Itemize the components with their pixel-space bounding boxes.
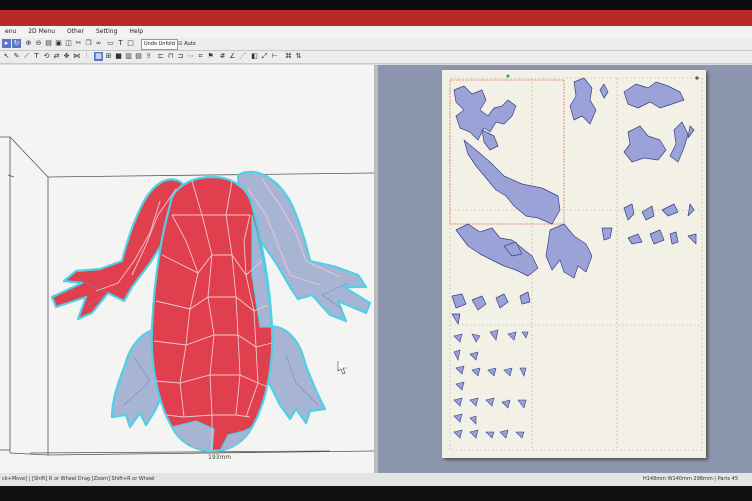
2d-view-panel[interactable] [378,65,752,473]
link-icon[interactable]: ∞ [94,39,103,48]
layers-icon[interactable]: ▥ [124,52,133,61]
status-hint-text: ck+Move] | [Shift] R or Wheel Drag [Zoom… [2,476,155,482]
distribute-icon[interactable]: ⋯ [186,52,195,61]
scale-icon[interactable]: ⤢ [260,52,269,61]
cut-icon[interactable]: ✂ [74,39,83,48]
grid-icon[interactable]: ⊞ [104,52,113,61]
print-icon[interactable]: ▤ [44,39,53,48]
menu-item-2d[interactable]: 2D Menu [23,26,60,38]
menu-item-other[interactable]: Other [62,26,89,38]
dimension-label: 193mm [208,454,232,461]
arrange-icon[interactable]: ⌘ [284,52,293,61]
undo-unfold-button[interactable]: Undo Unfold [141,39,178,50]
menu-item-setting[interactable]: Setting [91,26,122,38]
screen: enu 2D Menu Other Setting Help ▸ ↻ ⊕ ⊖ ▤… [0,10,752,486]
mouse-cursor-icon [337,361,347,375]
flip-icon[interactable]: ⇄ [52,52,61,61]
pointer-icon[interactable]: ↖ [2,52,11,61]
status-bar: ck+Move] | [Shift] R or Wheel Drag [Zoom… [0,473,752,486]
unfold-icon[interactable]: ▦ [94,52,103,61]
paper-sheet [442,70,706,458]
select-tool-icon[interactable]: ▸ [2,39,11,48]
move-part-icon[interactable]: ✥ [62,52,71,61]
page-icon[interactable]: ▤ [134,52,143,61]
line-tool-icon[interactable]: ⟋ [22,52,31,61]
text-tool-icon[interactable]: T [116,39,125,48]
align-center-icon[interactable]: ⊓ [166,52,175,61]
menu-item-help[interactable]: Help [124,26,148,38]
frog-3d-model [50,170,372,453]
split-icon[interactable]: ⫶ [82,52,91,61]
unfolded-parts-layout [449,74,703,451]
save-icon[interactable]: ▣ [54,39,63,48]
pen-icon[interactable]: ✎ [12,52,21,61]
zoom-out-icon[interactable]: ⊖ [34,39,43,48]
open-icon[interactable]: ◫ [64,39,73,48]
3d-view-panel[interactable]: 193mm [0,65,374,473]
fold-line-icon[interactable]: ⋰ [238,52,247,61]
monitor-bezel [0,486,752,501]
number-icon[interactable]: # [218,52,227,61]
crop-icon[interactable]: ⌗ [196,52,205,61]
window-title-bar [0,10,752,26]
lock-icon[interactable]: ▭ [106,39,115,48]
measure-icon[interactable]: ⊢ [270,52,279,61]
flag-icon[interactable]: ⚑ [206,52,215,61]
zoom-in-icon[interactable]: ⊕ [24,39,33,48]
mirror-icon[interactable]: ◧ [250,52,259,61]
join-icon[interactable]: ⋈ [72,52,81,61]
auto-checkbox[interactable]: ☑ Auto [178,39,196,49]
text-icon[interactable]: T [32,52,41,61]
rotate-part-icon[interactable]: ⟲ [42,52,51,61]
export-icon[interactable]: ⇪ [144,52,153,61]
align-left-icon[interactable]: ⊏ [156,52,165,61]
main-toolbar: ▸ ↻ ⊕ ⊖ ▤ ▣ ◫ ✂ ❐ ∞ ▭ T □ Undo Unfold ☑ … [0,38,752,51]
menu-bar: enu 2D Menu Other Setting Help [0,26,752,38]
frame-icon[interactable]: □ [126,39,135,48]
edit-toolbar: ↖ ✎ ⟋ T ⟲ ⇄ ✥ ⋈ ⫶ ▦ ⊞ ■ ▥ ▤ ⇪ ⊏ ⊓ ⊐ ⋯ ⌗ … [0,51,752,64]
edge-icon[interactable]: ∠ [228,52,237,61]
align-right-icon[interactable]: ⊐ [176,52,185,61]
status-dimensions-text: H148mm W140mm 298mm | Parts 45 [642,476,738,482]
menu-item-file[interactable]: enu [0,26,21,38]
checkbox-icon: ☑ [178,41,183,47]
copy-icon[interactable]: ❐ [84,39,93,48]
fill-icon[interactable]: ■ [114,52,123,61]
auto-checkbox-label: Auto [184,41,196,47]
rotate-tool-icon[interactable]: ↻ [12,39,21,48]
sort-icon[interactable]: ⇅ [294,52,303,61]
